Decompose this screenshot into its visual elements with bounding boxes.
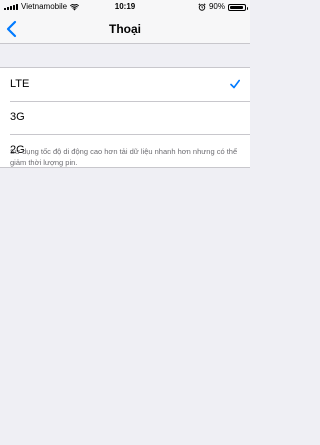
footer-description: Sử dụng tốc độ di động cao hơn tải dữ li… [10, 147, 238, 167]
checkmark-icon [230, 79, 240, 89]
page-title: Thoại [109, 22, 141, 36]
option-row-3g[interactable]: 3G [0, 101, 250, 134]
battery-percent: 90% [208, 2, 225, 11]
option-label: 3G [10, 111, 25, 123]
battery-level [230, 5, 243, 9]
alarm-icon [198, 3, 206, 11]
navigation-bar: Thoại [0, 14, 250, 44]
option-row-lte[interactable]: LTE [0, 68, 250, 101]
status-right: 90% [198, 0, 248, 14]
battery-icon [228, 3, 248, 11]
option-label: LTE [10, 78, 30, 90]
status-bar: Vietnamobile 10:19 90% [0, 0, 250, 14]
